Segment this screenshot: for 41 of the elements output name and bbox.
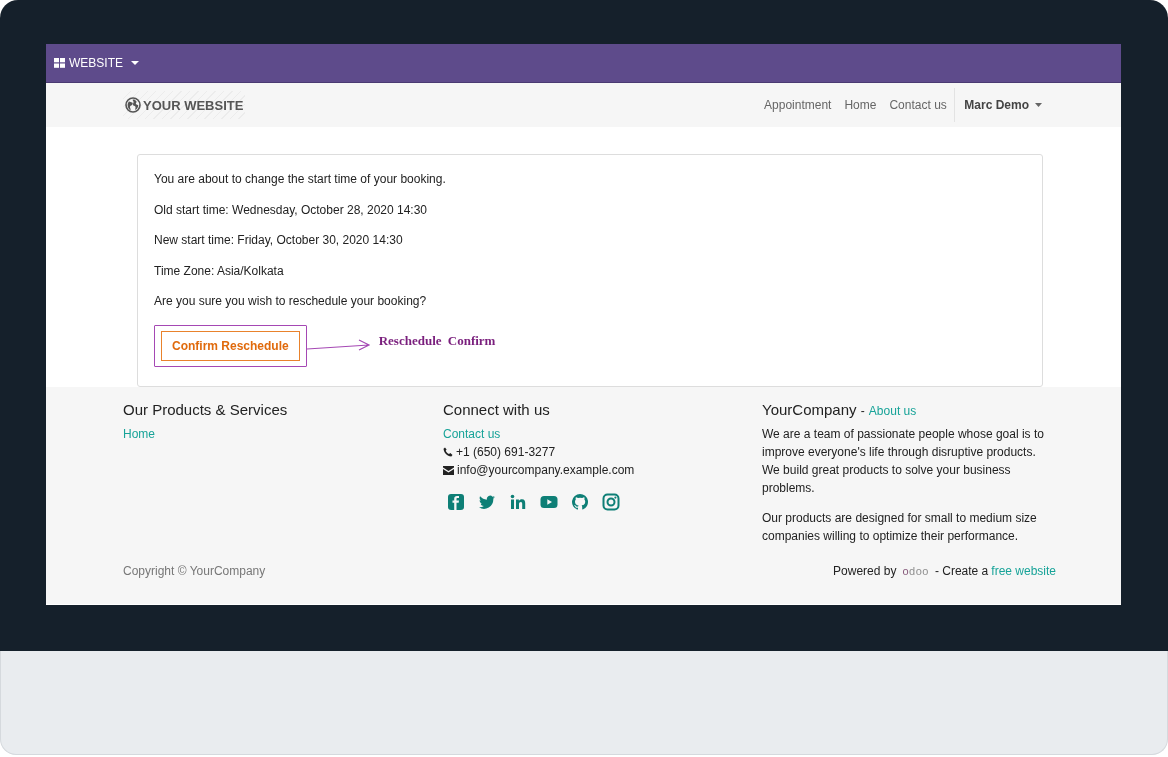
odoo-logo[interactable]: odoo bbox=[901, 565, 930, 577]
website-menu-button[interactable]: WEBSITE bbox=[54, 54, 139, 72]
phone-icon bbox=[443, 447, 453, 457]
booking-text: You are about to change the start time of your booking. bbox=[154, 172, 447, 187]
annotation-label: Reschedule Confirm bbox=[378, 332, 496, 349]
create-text: - Create a bbox=[934, 564, 989, 578]
facebook-icon[interactable] bbox=[447, 493, 465, 511]
instagram-icon[interactable] bbox=[602, 493, 620, 511]
nav-link[interactable]: Contact us bbox=[882, 98, 954, 112]
youtube-icon[interactable] bbox=[540, 493, 558, 511]
footer-link[interactable]: Home bbox=[123, 427, 155, 441]
booking-text: Time Zone: Asia/Kolkata bbox=[154, 263, 285, 279]
booking-text: Old start time: Wednesday, October 28, 2020 14:30 bbox=[154, 202, 429, 218]
copyright-text: Copyright © YourCompany bbox=[123, 564, 266, 578]
footer-link[interactable]: Contact us bbox=[443, 427, 501, 441]
company-name: YourCompany bbox=[762, 401, 857, 418]
about-text: We are a team of passionate people whose goal is to improve everyone's life through disruptive products. We build great products to solve your business problems. bbox=[762, 426, 1045, 497]
confirm-reschedule-button[interactable]: Confirm Reschedule bbox=[161, 330, 300, 361]
caret-icon bbox=[131, 61, 139, 65]
globe-icon bbox=[125, 97, 141, 113]
booking-text: New start time: Friday, October 30, 2020 14:30 bbox=[154, 233, 404, 249]
linkedin-icon[interactable] bbox=[509, 493, 527, 511]
email-address: info@yourcompany.example.com bbox=[457, 462, 635, 479]
envelope-icon bbox=[443, 465, 454, 475]
twitter-icon[interactable] bbox=[478, 493, 496, 511]
footer-heading: Connect with us bbox=[443, 401, 551, 418]
title-separator: - bbox=[860, 404, 865, 418]
grid-icon bbox=[54, 58, 65, 68]
powered-by-text: Powered by bbox=[833, 564, 897, 578]
phone-number: +1 (650) 691-3277 bbox=[456, 444, 556, 461]
nav-link[interactable]: Home bbox=[837, 98, 883, 112]
site-logo[interactable]: YOUR WEBSITE bbox=[123, 91, 246, 119]
nav-link[interactable]: Appointment bbox=[757, 98, 838, 112]
free-website-link[interactable]: free website bbox=[991, 564, 1056, 578]
user-menu[interactable]: Marc Demo bbox=[957, 98, 1049, 112]
booking-text: Are you sure you wish to reschedule your booking? bbox=[154, 294, 428, 310]
github-icon[interactable] bbox=[571, 493, 589, 511]
about-text: Our products are designed for small to medium size companies willing to optimize their performance. bbox=[762, 510, 1038, 545]
about-us-link[interactable]: About us bbox=[868, 404, 917, 418]
footer-heading: Our Products & Services bbox=[123, 401, 289, 418]
caret-icon bbox=[1035, 103, 1042, 107]
